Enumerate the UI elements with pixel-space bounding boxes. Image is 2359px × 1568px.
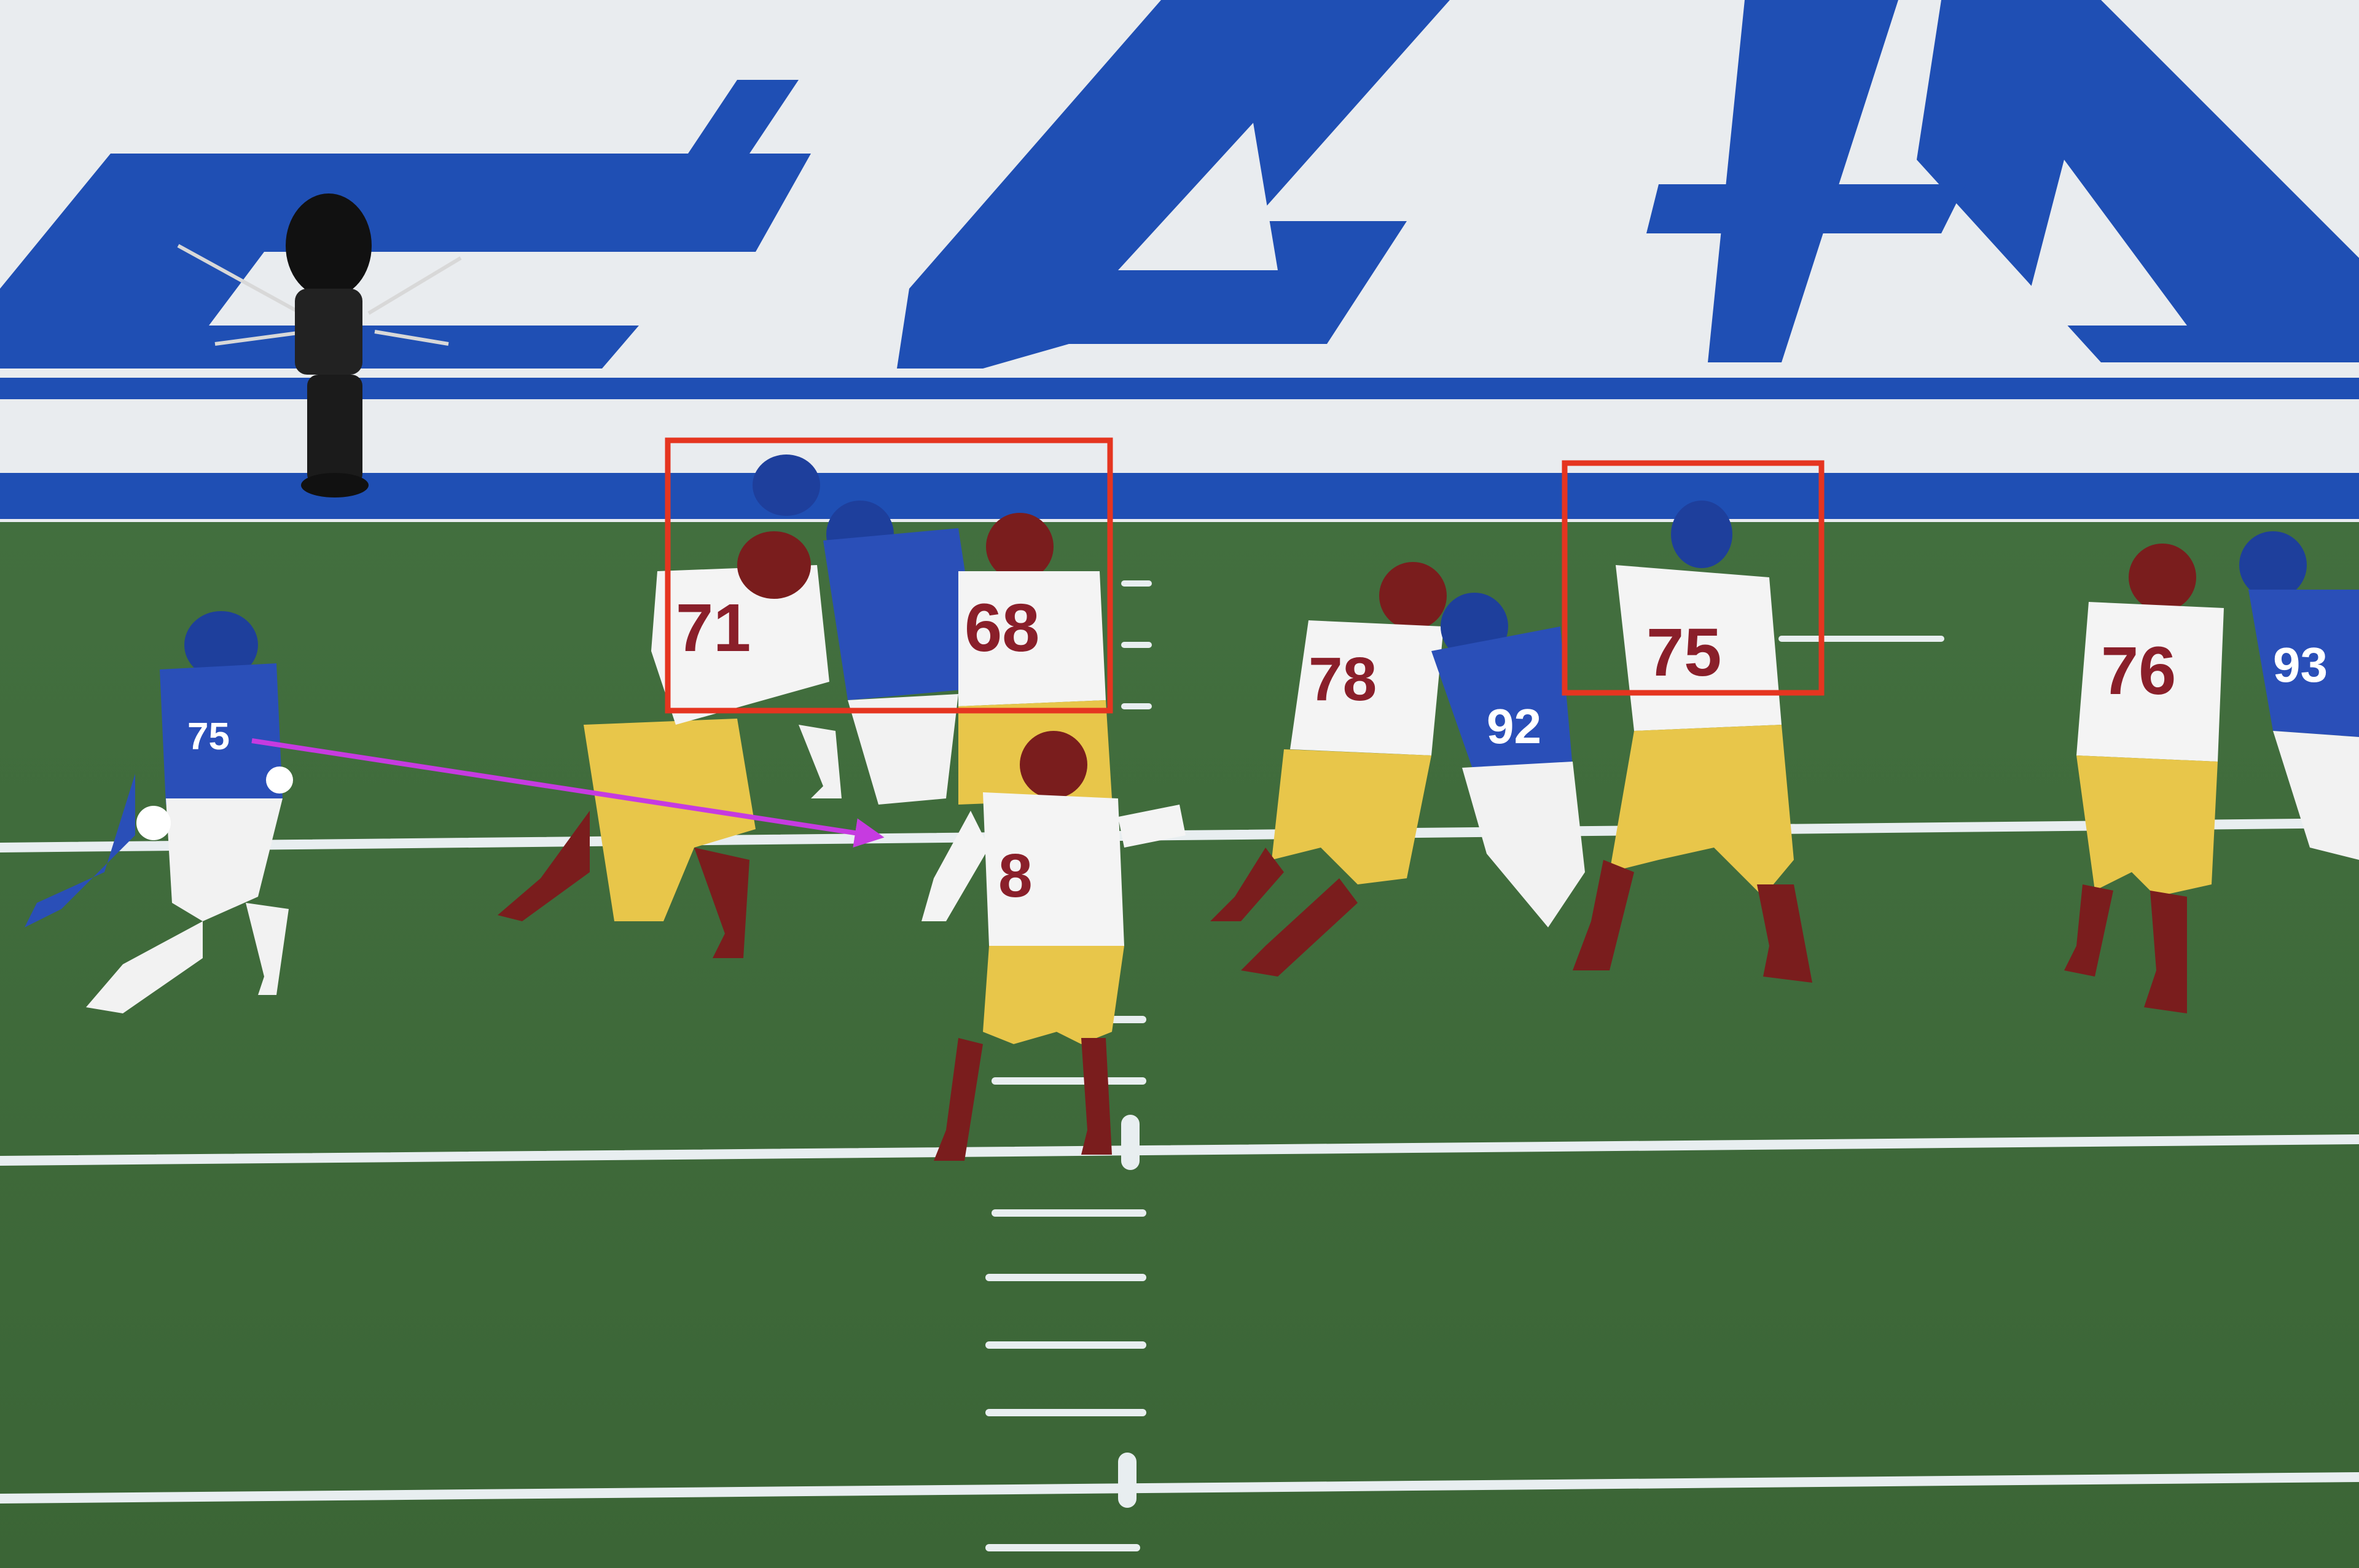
jersey-number: 71 bbox=[676, 590, 751, 666]
jersey-number: 92 bbox=[1487, 699, 1541, 754]
jersey-number: 75 bbox=[187, 716, 230, 758]
jersey-number: 76 bbox=[2101, 633, 2176, 709]
jersey-number: 68 bbox=[964, 590, 1039, 666]
football-scene: 75 71 68 8 78 92 75 76 93 bbox=[0, 0, 2359, 1568]
jersey-number: 93 bbox=[2273, 638, 2328, 692]
jersey-number: 75 bbox=[1646, 615, 1721, 690]
jersey-number: 8 bbox=[998, 841, 1033, 910]
jersey-number: 78 bbox=[1309, 645, 1377, 714]
